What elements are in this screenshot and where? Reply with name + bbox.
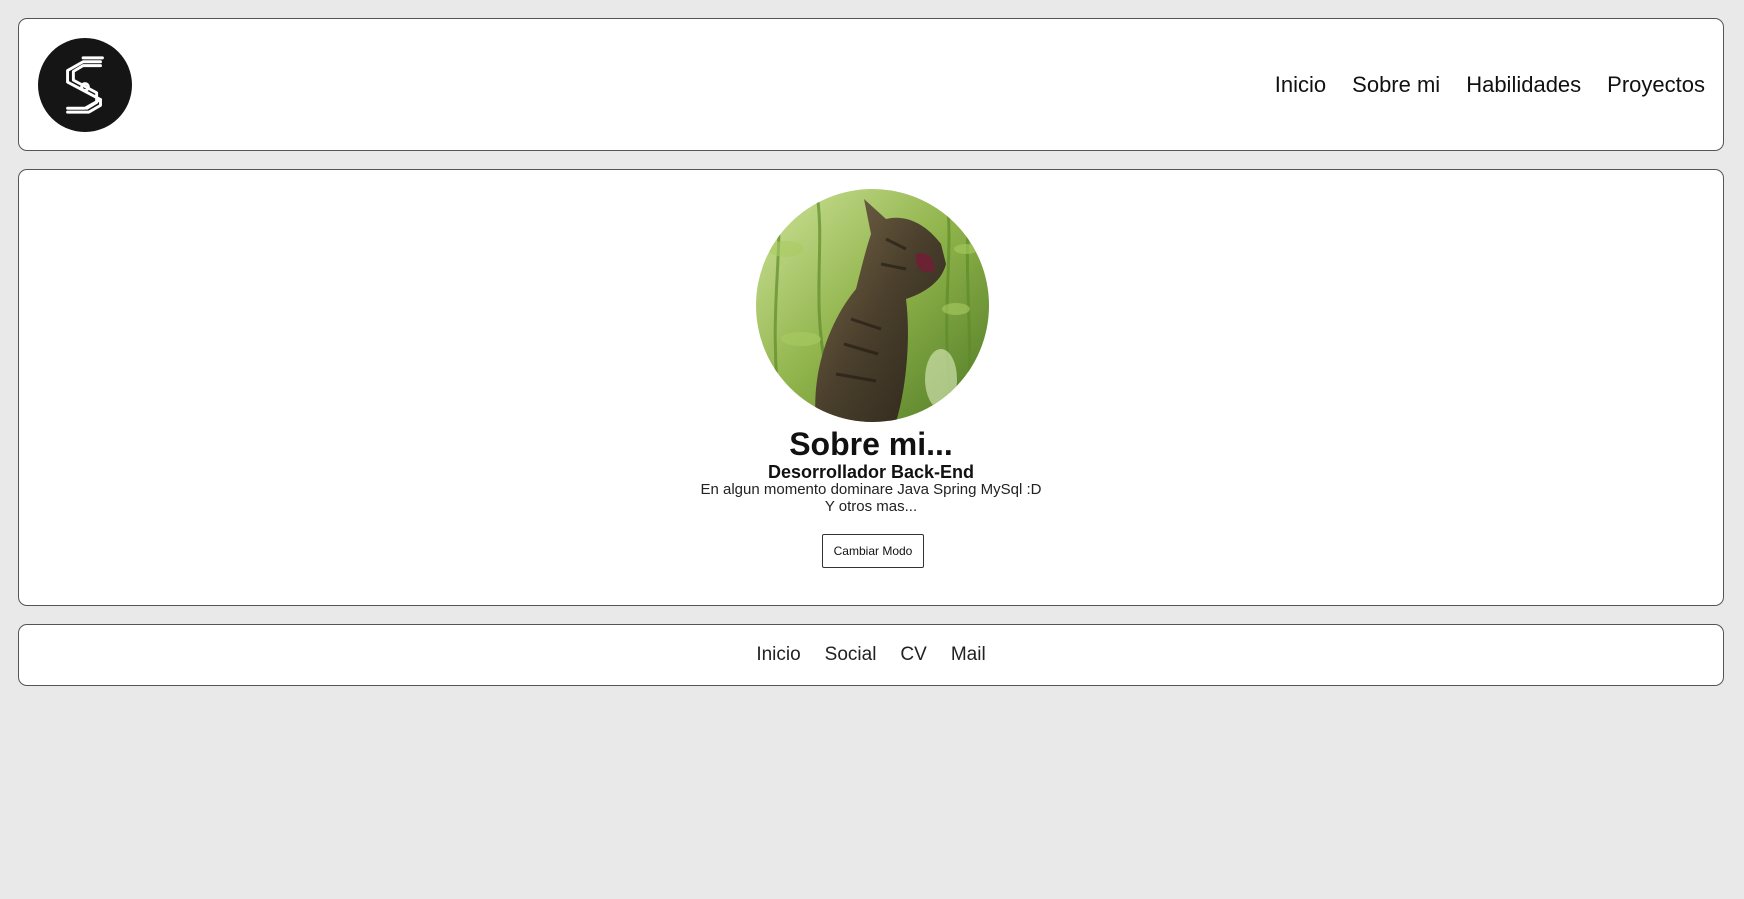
about-subtitle: Desorrollador Back-End [767, 462, 975, 482]
about-description-line-2: Y otros mas... [824, 498, 918, 515]
s-circuit-logo-icon [66, 56, 104, 114]
footer-link-social[interactable]: Social [825, 644, 877, 666]
nav-link-habilidades[interactable]: Habilidades [1466, 72, 1581, 98]
footer-link-cv[interactable]: CV [900, 644, 926, 666]
footer-link-inicio[interactable]: Inicio [756, 644, 800, 666]
profile-photo [756, 189, 989, 422]
nav-link-proyectos[interactable]: Proyectos [1607, 72, 1705, 98]
site-footer: Inicio Social CV Mail [18, 624, 1724, 686]
about-description-line-1: En algun momento dominare Java Spring My… [700, 481, 1042, 498]
main-nav: Inicio Sobre mi Habilidades Proyectos [1275, 19, 1705, 150]
nav-link-sobre-mi[interactable]: Sobre mi [1352, 72, 1440, 98]
footer-link-mail[interactable]: Mail [951, 644, 986, 666]
footer-nav: Inicio Social CV Mail [19, 625, 1723, 685]
about-section: Sobre mi... Desorrollador Back-End En al… [18, 169, 1724, 606]
about-title: Sobre mi... [789, 426, 953, 462]
cat-photo-image [756, 189, 989, 422]
nav-link-inicio[interactable]: Inicio [1275, 72, 1326, 98]
logo[interactable] [38, 38, 132, 132]
site-header: Inicio Sobre mi Habilidades Proyectos [18, 18, 1724, 151]
toggle-mode-button[interactable]: Cambiar Modo [822, 534, 924, 568]
